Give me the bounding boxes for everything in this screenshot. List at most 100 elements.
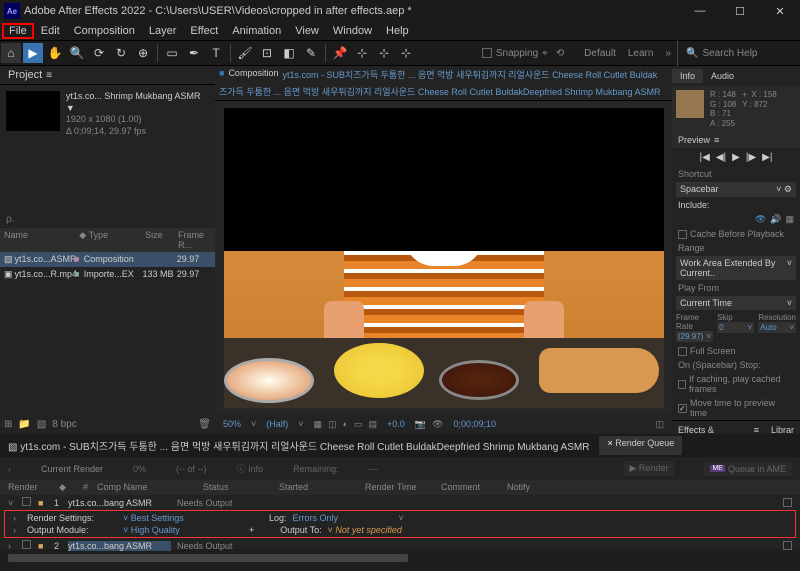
clone-tool[interactable]: ⊡	[257, 43, 277, 63]
next-frame-icon[interactable]: |▶	[746, 152, 756, 163]
camera-icon[interactable]: ◫	[655, 419, 664, 430]
include-overlays-icon[interactable]: ▦	[785, 214, 794, 225]
menu-view[interactable]: View	[288, 23, 326, 39]
rect-tool[interactable]: ▭	[162, 43, 182, 63]
render-checkbox[interactable]	[22, 497, 31, 506]
info-tab[interactable]: Info	[672, 69, 703, 83]
label-color[interactable]: ■	[74, 254, 84, 264]
workspace-menu-icon[interactable]: »	[665, 48, 671, 59]
render-info-button[interactable]: ⓘ Info	[237, 462, 264, 475]
new-folder-icon[interactable]: 📁	[18, 419, 30, 430]
view-axis-icon[interactable]: ⊹	[396, 43, 416, 63]
prev-frame-icon[interactable]: ◀|	[716, 152, 726, 163]
project-search-input[interactable]	[6, 214, 66, 225]
current-render-toggle[interactable]: ›	[8, 464, 11, 474]
snapping-checkbox[interactable]	[482, 48, 492, 58]
close-button[interactable]: ✕	[760, 0, 800, 22]
pin-tool[interactable]: 📌	[330, 43, 350, 63]
menu-help[interactable]: Help	[379, 23, 416, 39]
res-select[interactable]: Auto˅	[758, 322, 796, 333]
menu-file[interactable]: File	[2, 23, 34, 39]
queue-item[interactable]: › ■ 2 yt1s.co...bang ASMR Needs Output	[0, 538, 800, 553]
timeline-comp-tab[interactable]: ▧ yt1s.com - SUB치즈가득 두툼한 ... 음면 먹방 새우튀김까…	[2, 436, 595, 455]
render-button[interactable]: ▶ Render	[624, 461, 675, 476]
notify-checkbox[interactable]	[783, 541, 792, 550]
col-type[interactable]: Type	[89, 230, 145, 250]
home-icon[interactable]: ⌂	[1, 43, 21, 63]
expand-toggle[interactable]: ›	[8, 541, 16, 551]
movetime-checkbox[interactable]	[678, 404, 687, 413]
include-video-icon[interactable]: 👁	[755, 214, 766, 225]
skip-select[interactable]: 0˅	[717, 322, 754, 333]
include-audio-icon[interactable]: 🔊	[770, 214, 781, 225]
workspace-default[interactable]: Default	[584, 48, 616, 59]
label-color[interactable]: ■	[38, 541, 48, 551]
project-tab[interactable]: Project	[8, 69, 42, 81]
menu-animation[interactable]: Animation	[225, 23, 288, 39]
project-panel-menu-icon[interactable]: ≡	[46, 70, 52, 81]
col-framerate[interactable]: Frame R...	[178, 230, 211, 250]
roto-tool[interactable]: ✎	[301, 43, 321, 63]
zoom-select[interactable]: 50%	[223, 419, 241, 429]
output-to-value[interactable]: ˅ Not yet specified	[328, 525, 428, 535]
minimize-button[interactable]: —	[680, 0, 720, 22]
bpc-toggle[interactable]: 8 bpc	[52, 419, 76, 430]
expand-toggle[interactable]: ˅	[8, 498, 16, 508]
text-tool[interactable]: T	[206, 43, 226, 63]
col-size[interactable]: Size	[145, 230, 178, 250]
rotate-tool[interactable]: ↻	[111, 43, 131, 63]
composition-viewer[interactable]	[215, 101, 672, 414]
audio-tab[interactable]: Audio	[703, 69, 742, 83]
comp-tab[interactable]: yt1s.com - SUB치즈가득 두툼한 ... 음면 먹방 새우튀김까지 …	[282, 68, 657, 81]
label-color[interactable]: ■	[38, 498, 48, 508]
workspace-learn[interactable]: Learn	[628, 48, 654, 59]
cache-checkbox[interactable]	[678, 230, 687, 239]
menu-composition[interactable]: Composition	[67, 23, 142, 39]
output-module-value[interactable]: ˅ High Quality	[123, 525, 223, 535]
caching-checkbox[interactable]	[678, 380, 686, 389]
fr-select[interactable]: (29.97)˅	[676, 331, 713, 342]
hand-tool[interactable]: ✋	[45, 43, 65, 63]
col-tag[interactable]: ◆	[79, 230, 88, 250]
world-axis-icon[interactable]: ⊹	[374, 43, 394, 63]
delete-icon[interactable]: 🗑	[198, 419, 211, 430]
queue-ame-button[interactable]: MEQueue in AME	[704, 462, 792, 476]
resolution-select[interactable]: (Half)	[266, 419, 288, 429]
brush-tool[interactable]: 🖌	[235, 43, 255, 63]
maximize-button[interactable]: ☐	[720, 0, 760, 22]
magnet-icon[interactable]: ⌖	[542, 48, 548, 59]
mask-icon[interactable]: ◫	[328, 419, 337, 430]
menu-edit[interactable]: Edit	[34, 23, 67, 39]
zoom-tool[interactable]: 🔍	[67, 43, 87, 63]
render-queue-tab[interactable]: × Render Queue	[599, 436, 682, 455]
label-color[interactable]: ■	[74, 269, 84, 279]
menu-layer[interactable]: Layer	[142, 23, 184, 39]
project-item[interactable]: ▣yt1s.co...R.mp4 ■ Importe...EX 133 MB 2…	[0, 267, 215, 282]
toggle-alpha-icon[interactable]: ◐	[343, 419, 348, 430]
region-icon[interactable]: ▭	[354, 419, 363, 430]
playfrom-select[interactable]: Current Time˅	[676, 296, 796, 310]
first-frame-icon[interactable]: |◀	[700, 152, 710, 163]
snapshot-icon[interactable]: 📷	[415, 419, 426, 430]
orbit-tool[interactable]: ⟳	[89, 43, 109, 63]
eraser-tool[interactable]: ◧	[279, 43, 299, 63]
grid-icon[interactable]: ▦	[314, 419, 323, 430]
project-item[interactable]: ▧yt1s.co...ASMR ■ Composition 29.97	[0, 252, 215, 267]
exposure-value[interactable]: +0.0	[387, 419, 405, 429]
local-axis-icon[interactable]: ⊹	[352, 43, 372, 63]
play-icon[interactable]: ▶	[732, 152, 740, 163]
queue-item[interactable]: ˅ ■ 1 yt1s.co...bang ASMR Needs Output	[0, 495, 800, 510]
timecode[interactable]: 0;00;09;10	[453, 419, 496, 429]
interpret-icon[interactable]: ⊞	[4, 419, 12, 430]
menu-window[interactable]: Window	[326, 23, 379, 39]
swap-icon[interactable]: ⟲	[556, 48, 564, 59]
last-frame-icon[interactable]: ▶|	[762, 152, 772, 163]
search-help-input[interactable]: Search Help	[702, 48, 757, 59]
col-name[interactable]: Name	[4, 230, 79, 250]
channel-icon[interactable]: ▤	[369, 419, 378, 430]
menu-effect[interactable]: Effect	[183, 23, 225, 39]
new-comp-icon[interactable]: ▧	[37, 419, 46, 430]
show-snapshot-icon[interactable]: 👁	[432, 419, 443, 430]
preview-menu-icon[interactable]: ≡	[714, 135, 719, 145]
snapping-toggle[interactable]: Snapping ⌖	[482, 48, 548, 59]
